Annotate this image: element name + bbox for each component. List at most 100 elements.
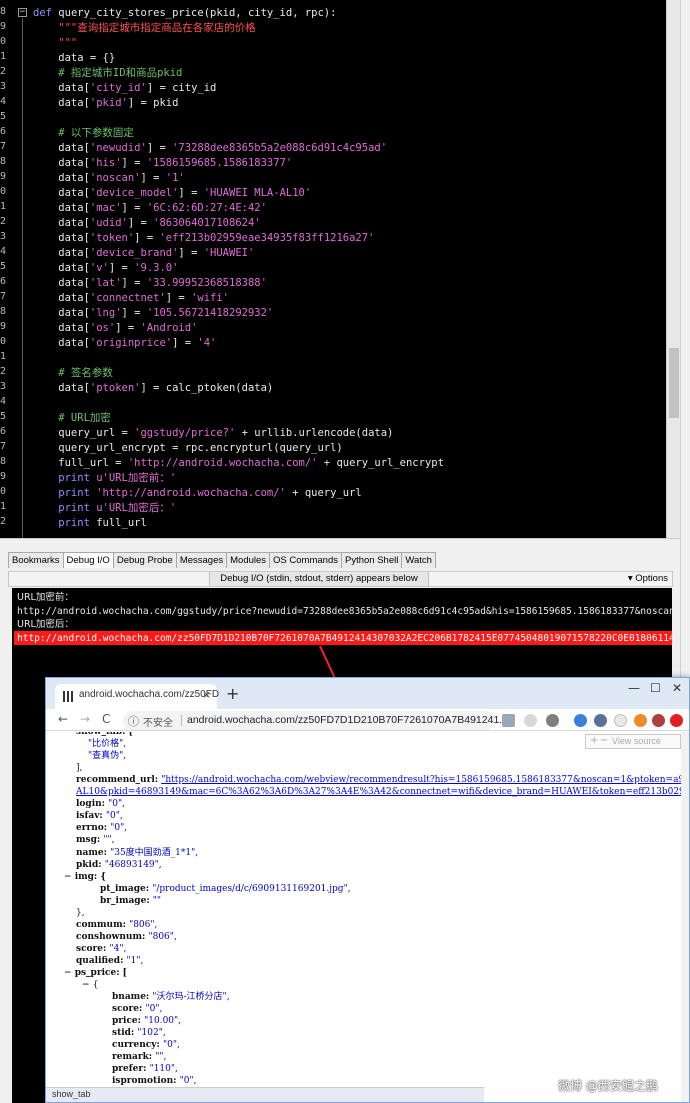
editor-scrollbar-thumb[interactable]	[669, 348, 679, 418]
json-key: name:	[76, 847, 111, 858]
code-line[interactable]: # 以下参数固定	[33, 126, 134, 141]
fold-toggle-icon[interactable]: −	[18, 8, 27, 17]
code-line[interactable]: data['token'] = 'eff213b02959eae34935f83…	[33, 231, 374, 246]
code-line[interactable]: data['v'] = '9.3.0'	[33, 261, 178, 276]
code-line[interactable]: """查询指定城市指定商品在各家店的价格	[33, 21, 255, 36]
json-key: score:	[76, 943, 110, 954]
collapse-toggle-icon[interactable]: −	[64, 872, 75, 882]
avatar-icon[interactable]	[652, 714, 665, 727]
line-number: 4	[0, 246, 7, 257]
info-icon[interactable]: ⓘ	[128, 713, 139, 729]
view-source-label[interactable]: View source	[612, 736, 661, 746]
code-line[interactable]: print 'http://android.wochacha.com/' + q…	[33, 486, 361, 501]
code-line[interactable]: # 签名参数	[33, 366, 113, 381]
tab-messages[interactable]: Messages	[175, 552, 228, 568]
tab-close-icon[interactable]: ×	[202, 688, 211, 701]
code-line[interactable]: data['newudid'] = '73288dee8365b5a2e088c…	[33, 141, 387, 156]
code-line[interactable]: data['lat'] = '33.99952368518388'	[33, 276, 267, 291]
code-token: '9.3.0'	[134, 262, 179, 274]
browser-tab[interactable]: android.wochacha.com/zz50FD ×	[55, 684, 219, 709]
code-token: ] =	[172, 337, 198, 349]
tab-debug-probe[interactable]: Debug Probe	[112, 552, 177, 568]
collapse-toggle-icon[interactable]: −	[64, 968, 75, 978]
panel-splitter[interactable]	[0, 538, 680, 552]
code-line[interactable]: data['udid'] = '863064017108624'	[33, 216, 260, 231]
maximize-button[interactable]: ☐	[650, 681, 661, 695]
code-line[interactable]: data['os'] = 'Android'	[33, 321, 197, 336]
collapse-all-icon[interactable]: −	[600, 735, 608, 746]
code-line[interactable]: print full_url	[33, 516, 147, 531]
tab-watch[interactable]: Watch	[401, 552, 436, 568]
tab-os-commands[interactable]: OS Commands	[269, 552, 342, 568]
collapse-toggle-icon[interactable]: −	[82, 980, 93, 990]
code-line[interactable]: data['his'] = '1586159685.1586183377'	[33, 156, 292, 171]
code-line[interactable]: # URL加密	[33, 411, 111, 426]
code-token: ] = calc_ptoken(data)	[140, 382, 274, 394]
json-value: "806",	[129, 919, 158, 930]
code-line[interactable]: data['originprice'] = '4'	[33, 336, 216, 351]
code-line[interactable]: def query_city_stores_price(pkid, city_i…	[33, 6, 336, 21]
extension-orange-icon[interactable]	[634, 714, 647, 727]
tab-python-shell[interactable]: Python Shell	[340, 552, 403, 568]
code-line[interactable]: data['device_model'] = 'HUAWEI MLA-AL10'	[33, 186, 311, 201]
tab-modules[interactable]: Modules	[226, 552, 271, 568]
extension-shield-icon[interactable]	[594, 714, 607, 727]
extension-white-icon[interactable]	[614, 714, 627, 727]
tab-bookmarks[interactable]: Bookmarks	[8, 552, 64, 568]
code-token: ] =	[178, 247, 204, 259]
json-line: isfav: "0",	[76, 810, 123, 822]
debug-io-title: Debug I/O (stdin, stdout, stderr) appear…	[209, 572, 429, 586]
code-line[interactable]: data['pkid'] = pkid	[33, 96, 178, 111]
code-token: 'newudid'	[89, 142, 147, 154]
code-line[interactable]: query_url_encrypt = rpc.encrypturl(query…	[33, 441, 342, 456]
debug-io-header: Debug I/O (stdin, stdout, stderr) appear…	[8, 571, 673, 587]
code-line[interactable]: print u'URL加密前：'	[33, 471, 176, 486]
code-line[interactable]: data['mac'] = '6C:62:6D:27:4E:42'	[33, 201, 267, 216]
expand-all-icon[interactable]: +	[590, 735, 598, 746]
code-line[interactable]: data['device_brand'] = 'HUAWEI'	[33, 246, 254, 261]
code-line[interactable]: data['lng'] = '105.56721418292932'	[33, 306, 273, 321]
address-bar[interactable]: ⓘ 不安全 android.wochacha.com/zz50FD7D1D210…	[123, 711, 508, 730]
translate-icon[interactable]	[502, 714, 515, 727]
code-line[interactable]: full_url = 'http://android.wochacha.com/…	[33, 456, 444, 471]
code-token: def	[33, 7, 59, 19]
view-source-bar[interactable]: + − View source	[585, 734, 681, 749]
reload-button[interactable]: C	[102, 712, 110, 726]
extension-gray-icon[interactable]	[546, 714, 559, 727]
extension-blue-icon[interactable]	[574, 714, 587, 727]
options-button[interactable]: ▾ Options	[628, 572, 668, 586]
json-value: "0",	[179, 1076, 197, 1087]
editor-vertical-scrollbar[interactable]	[666, 0, 680, 538]
not-secure-label[interactable]: 不安全	[143, 714, 173, 729]
code-line[interactable]: print u'URL加密后：'	[33, 501, 176, 516]
close-window-button[interactable]: ✕	[672, 681, 682, 695]
line-number: 3	[0, 231, 7, 242]
browser-scrollbar[interactable]	[681, 732, 689, 1102]
tab-debug-i-o[interactable]: Debug I/O	[62, 552, 114, 568]
minimize-button[interactable]: —	[628, 681, 640, 695]
code-line[interactable]: query_url = 'ggstudy/price?' + urllib.ur…	[33, 426, 393, 441]
json-viewer[interactable]: + − View source show_tab: ["比价格", "查真伪",]…	[46, 732, 689, 1102]
code-line[interactable]: """	[33, 36, 77, 51]
star-icon[interactable]	[524, 714, 537, 727]
json-link[interactable]: "https://android.wochacha.com/webview/re…	[161, 775, 689, 785]
json-value: "",	[103, 835, 115, 846]
code-line[interactable]: data = {}	[33, 51, 115, 66]
code-line[interactable]: data['noscan'] = '1'	[33, 171, 184, 186]
code-token: 'lng'	[89, 307, 122, 319]
code-line[interactable]: data['city_id'] = city_id	[33, 81, 216, 96]
json-value: "0",	[108, 799, 126, 810]
extension-red-icon[interactable]	[670, 714, 683, 727]
code-editor[interactable]: 8 9 0 1 2 3 4 5 6 7 8 9 0 1 2 3 4 5 6 7 8 9 0 1 2 3 4 5 6 7 8 9 0 1 2 − de…	[0, 0, 680, 538]
new-tab-button[interactable]: +	[226, 684, 239, 703]
json-key: bname:	[112, 992, 153, 1003]
code-line[interactable]: # 指定城市ID和商品pkid	[33, 66, 182, 81]
json-link[interactable]: AL10&pkid=46893149&mac=6C%3A62%3A6D%3A27…	[76, 787, 689, 797]
code-token: 'Android'	[140, 322, 198, 334]
code-token: ] =	[115, 322, 141, 334]
back-button[interactable]: ←	[58, 712, 68, 726]
forward-button[interactable]: →	[80, 712, 90, 726]
code-line[interactable]: data['connectnet'] = 'wifi'	[33, 291, 229, 306]
address-url[interactable]: android.wochacha.com/zz50FD7D1D210B70F72…	[187, 714, 508, 726]
code-line[interactable]: data['ptoken'] = calc_ptoken(data)	[33, 381, 273, 396]
